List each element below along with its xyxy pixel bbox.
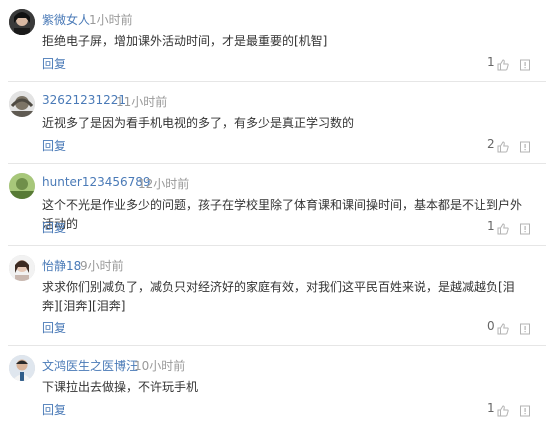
comment-item: 怡静18 9小时前 求求你们别减负了，减负只对经济好的家庭有效，对我们这平民百姓… [0,246,554,346]
comment-text: 这个不光是作业多少的问题，孩子在学校里除了体育课和课间操时间，基本都是不让到户外… [42,198,523,231]
like-count: 0 [487,319,495,333]
username[interactable]: 紫微女人 [42,11,90,28]
like-count: 1 [487,401,495,415]
comment-text: 求求你们别减负了，减负只对经济好的家庭有效，对我们这平民百姓来说，是越减越负[泪… [42,280,515,313]
reply-button[interactable]: 回复 [42,55,66,72]
thumbs-up-icon[interactable] [497,220,509,235]
report-icon[interactable] [519,56,531,71]
like-count: 1 [487,219,495,233]
thumbs-up-icon[interactable] [497,56,509,71]
thumbs-up-icon[interactable] [497,320,509,335]
comment-text: 近视多了是因为看手机电视的多了，有多少是真正学习数的 [42,116,355,130]
comment-text: 拒绝电子屏，增加课外活动时间，才是最重要的[机智] [42,34,328,48]
report-icon[interactable] [519,138,531,153]
comment-item: 32621231221 11小时前 近视多了是因为看手机电视的多了，有多少是真正… [0,82,554,164]
like-count: 1 [487,55,495,69]
thumbs-up-icon[interactable] [497,402,509,417]
user-avatar[interactable] [9,355,35,381]
user-avatar[interactable] [9,255,35,281]
like-count: 2 [487,137,495,151]
timestamp: 12小时前 [138,177,190,191]
timestamp: 11小时前 [116,95,168,109]
timestamp: 9小时前 [80,259,124,273]
username[interactable]: hunter123456789 [42,175,151,189]
comment-text: 下课拉出去做操，不许玩手机 [42,380,199,394]
timestamp: 1小时前 [89,13,133,27]
report-icon[interactable] [519,220,531,235]
username[interactable]: 怡静18 [42,257,81,274]
username[interactable]: 文鸿医生之医博汪 [42,357,138,374]
report-icon[interactable] [519,402,531,417]
thumbs-up-icon[interactable] [497,138,509,153]
report-icon[interactable] [519,320,531,335]
reply-button[interactable]: 回复 [42,137,66,154]
user-avatar[interactable] [9,9,35,35]
user-avatar[interactable] [9,91,35,117]
user-avatar[interactable] [9,173,35,199]
timestamp: 10小时前 [134,359,186,373]
comment-item: 紫微女人 1小时前 拒绝电子屏，增加课外活动时间，才是最重要的[机智] 回复 1 [0,0,554,82]
reply-button[interactable]: 回复 [42,319,66,336]
reply-button[interactable]: 回复 [42,401,66,418]
username[interactable]: 32621231221 [42,93,126,107]
comment-item: hunter123456789 12小时前 这个不光是作业多少的问题，孩子在学校… [0,164,554,246]
comment-item: 文鸿医生之医博汪 10小时前 下课拉出去做操，不许玩手机 回复 1 [0,346,554,428]
reply-button[interactable]: 回复 [42,219,66,236]
